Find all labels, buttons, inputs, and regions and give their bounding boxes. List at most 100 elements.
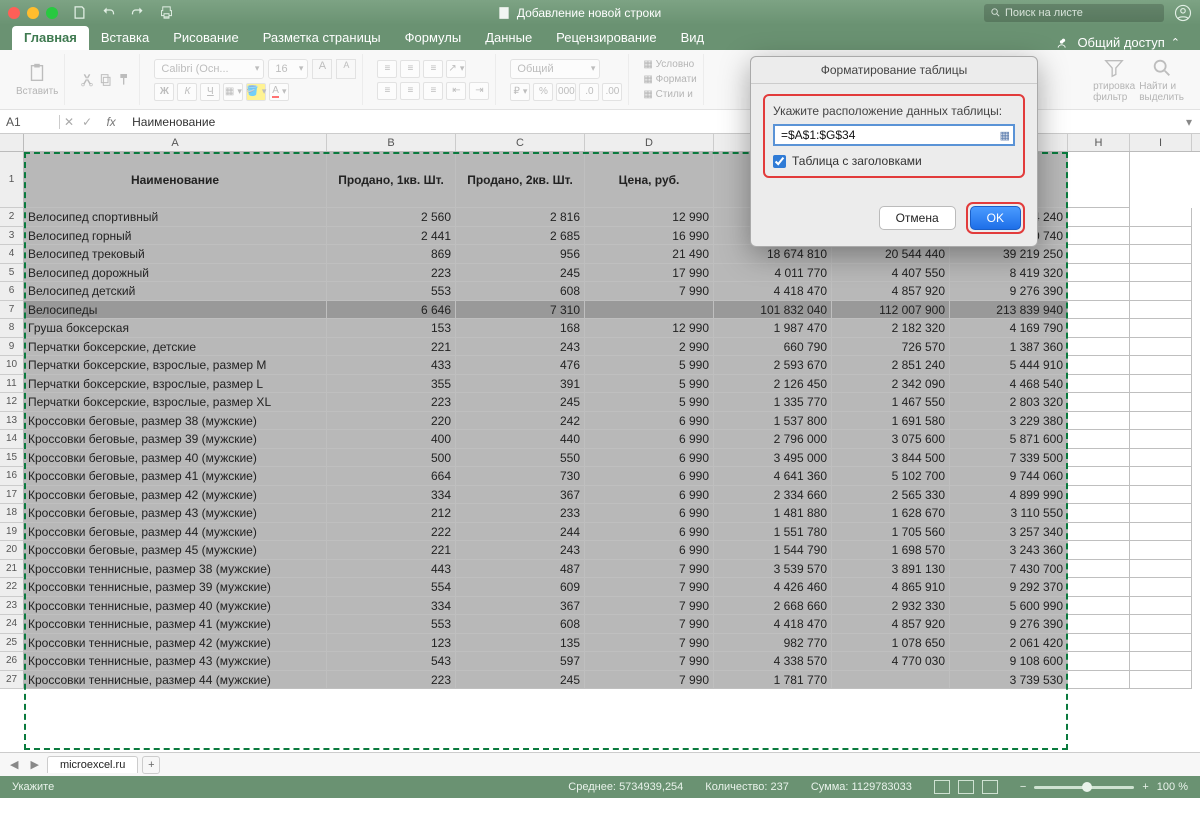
cell[interactable]: 1 537 800 bbox=[714, 412, 832, 431]
cell[interactable]: 3 243 360 bbox=[950, 541, 1068, 560]
tab-formulas[interactable]: Формулы bbox=[393, 26, 474, 50]
cell[interactable]: 7 310 bbox=[456, 301, 585, 320]
cell[interactable]: Перчатки боксерские, взрослые, размер XL bbox=[24, 393, 327, 412]
cell[interactable]: Кроссовки теннисные, размер 41 (мужские) bbox=[24, 615, 327, 634]
cell[interactable]: Кроссовки беговые, размер 38 (мужские) bbox=[24, 412, 327, 431]
cell[interactable]: 3 110 550 bbox=[950, 504, 1068, 523]
cut-icon[interactable] bbox=[79, 72, 95, 88]
cell[interactable]: 6 990 bbox=[585, 449, 714, 468]
save-icon[interactable] bbox=[72, 5, 87, 20]
cell[interactable]: 2 565 330 bbox=[832, 486, 950, 505]
cell[interactable]: 543 bbox=[327, 652, 456, 671]
cell[interactable] bbox=[1068, 467, 1130, 486]
cell[interactable] bbox=[1068, 541, 1130, 560]
format-table-button[interactable]: ▦ Формати bbox=[643, 74, 696, 85]
col-header[interactable]: D bbox=[585, 134, 714, 151]
cell[interactable]: Перчатки боксерские, детские bbox=[24, 338, 327, 357]
align-mid-icon[interactable]: ≡ bbox=[400, 60, 420, 78]
cell[interactable]: 6 990 bbox=[585, 467, 714, 486]
cell[interactable] bbox=[1068, 634, 1130, 653]
cancel-button[interactable]: Отмена bbox=[879, 206, 956, 230]
cell[interactable]: 6 990 bbox=[585, 541, 714, 560]
row-header[interactable]: 23 bbox=[0, 597, 24, 616]
cell[interactable]: 245 bbox=[456, 671, 585, 690]
cell[interactable] bbox=[585, 301, 714, 320]
cell[interactable]: 223 bbox=[327, 393, 456, 412]
cell[interactable]: 550 bbox=[456, 449, 585, 468]
cell[interactable]: 223 bbox=[327, 671, 456, 690]
cell[interactable] bbox=[1130, 208, 1192, 227]
cell[interactable]: 4 418 470 bbox=[714, 615, 832, 634]
accept-formula-icon[interactable]: ✓ bbox=[78, 115, 96, 129]
row-header[interactable]: 11 bbox=[0, 375, 24, 394]
close-window[interactable] bbox=[8, 7, 20, 19]
cell[interactable]: 5 102 700 bbox=[832, 467, 950, 486]
cell[interactable] bbox=[1130, 264, 1192, 283]
cell[interactable]: 4 865 910 bbox=[832, 578, 950, 597]
cell[interactable]: 476 bbox=[456, 356, 585, 375]
cell[interactable]: Велосипед детский bbox=[24, 282, 327, 301]
cell[interactable]: 7 990 bbox=[585, 652, 714, 671]
cell[interactable]: 597 bbox=[456, 652, 585, 671]
indent-inc-icon[interactable]: ⇥ bbox=[469, 82, 489, 100]
cell[interactable]: 9 108 600 bbox=[950, 652, 1068, 671]
cell[interactable]: 2 851 240 bbox=[832, 356, 950, 375]
cell[interactable]: 2 990 bbox=[585, 338, 714, 357]
cell[interactable] bbox=[1068, 245, 1130, 264]
cell[interactable]: 221 bbox=[327, 541, 456, 560]
cell[interactable]: 39 219 250 bbox=[950, 245, 1068, 264]
align-center-icon[interactable]: ≡ bbox=[400, 82, 420, 100]
fill-color-button[interactable]: 🪣 bbox=[246, 83, 266, 101]
cell[interactable]: 8 419 320 bbox=[950, 264, 1068, 283]
cell[interactable]: 223 bbox=[327, 264, 456, 283]
cell[interactable]: 2 441 bbox=[327, 227, 456, 246]
cell[interactable]: 12 990 bbox=[585, 208, 714, 227]
cell[interactable]: 17 990 bbox=[585, 264, 714, 283]
tab-view[interactable]: Вид bbox=[669, 26, 717, 50]
cell[interactable]: 1 544 790 bbox=[714, 541, 832, 560]
cell[interactable]: 1 691 580 bbox=[832, 412, 950, 431]
maximize-window[interactable] bbox=[46, 7, 58, 19]
cell-styles-button[interactable]: ▦ Стили и bbox=[643, 89, 692, 100]
cell[interactable]: 2 932 330 bbox=[832, 597, 950, 616]
row-header[interactable]: 15 bbox=[0, 449, 24, 468]
row-header[interactable]: 17 bbox=[0, 486, 24, 505]
zoom-slider[interactable] bbox=[1034, 786, 1134, 789]
cell[interactable] bbox=[1068, 523, 1130, 542]
minimize-window[interactable] bbox=[27, 7, 39, 19]
row-header[interactable]: 19 bbox=[0, 523, 24, 542]
row-header[interactable]: 3 bbox=[0, 227, 24, 246]
cell[interactable] bbox=[1130, 412, 1192, 431]
row-header[interactable]: 6 bbox=[0, 282, 24, 301]
cell[interactable]: 18 674 810 bbox=[714, 245, 832, 264]
cell[interactable]: 7 990 bbox=[585, 615, 714, 634]
cell[interactable]: 6 990 bbox=[585, 523, 714, 542]
cell[interactable]: 101 832 040 bbox=[714, 301, 832, 320]
cell[interactable]: 391 bbox=[456, 375, 585, 394]
cell[interactable]: 6 990 bbox=[585, 412, 714, 431]
cell[interactable] bbox=[1068, 652, 1130, 671]
cell[interactable]: 4 468 540 bbox=[950, 375, 1068, 394]
tab-draw[interactable]: Рисование bbox=[161, 26, 250, 50]
cell[interactable]: 869 bbox=[327, 245, 456, 264]
cell[interactable]: Кроссовки теннисные, размер 42 (мужские) bbox=[24, 634, 327, 653]
bold-button[interactable]: Ж bbox=[154, 83, 174, 101]
cell[interactable]: 244 bbox=[456, 523, 585, 542]
cell[interactable]: 2 182 320 bbox=[832, 319, 950, 338]
italic-button[interactable]: К bbox=[177, 83, 197, 101]
row-header[interactable]: 4 bbox=[0, 245, 24, 264]
col-header[interactable]: I bbox=[1130, 134, 1192, 151]
cell[interactable]: 7 990 bbox=[585, 282, 714, 301]
cell[interactable]: 4 407 550 bbox=[832, 264, 950, 283]
undo-icon[interactable] bbox=[101, 5, 116, 20]
row-header[interactable]: 20 bbox=[0, 541, 24, 560]
increase-font-icon[interactable]: A bbox=[312, 59, 332, 79]
cell[interactable]: 956 bbox=[456, 245, 585, 264]
cell[interactable] bbox=[1130, 578, 1192, 597]
cell[interactable] bbox=[1130, 486, 1192, 505]
cell[interactable]: 7 339 500 bbox=[950, 449, 1068, 468]
tab-home[interactable]: Главная bbox=[12, 26, 89, 50]
cell[interactable]: 4 857 920 bbox=[832, 282, 950, 301]
cell[interactable]: 243 bbox=[456, 338, 585, 357]
cell[interactable]: 4 857 920 bbox=[832, 615, 950, 634]
